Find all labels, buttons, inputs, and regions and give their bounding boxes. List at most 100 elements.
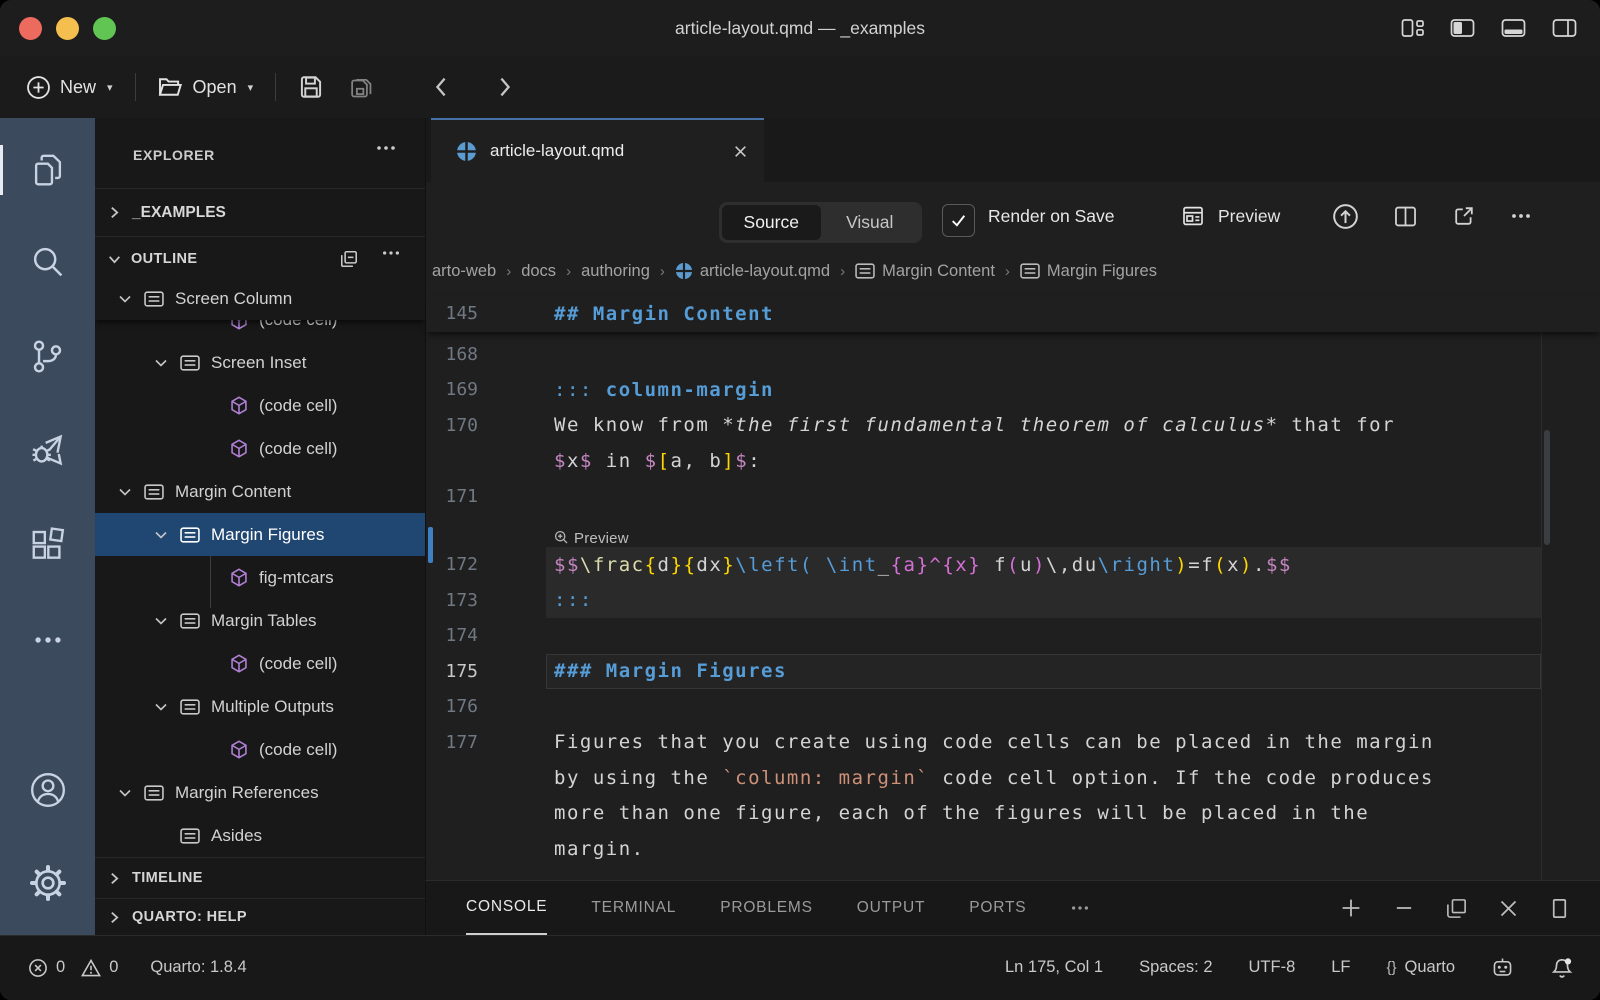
toggle-primary-sidebar-icon[interactable]	[1449, 17, 1476, 39]
account-icon[interactable]	[0, 770, 95, 810]
outline-section-header[interactable]: OUTLINE	[95, 237, 425, 281]
breadcrumb-item[interactable]: Margin Figures	[1020, 262, 1157, 281]
settings-gear-icon[interactable]	[0, 863, 95, 903]
feedback-icon[interactable]	[1491, 956, 1514, 979]
code-line-content[interactable]: ### Margin Figures	[546, 654, 1541, 690]
close-tab-icon[interactable]	[733, 144, 748, 159]
explorer-more-actions-icon[interactable]	[375, 144, 397, 152]
outline-tree-item[interactable]: (code cell)	[95, 320, 425, 341]
chevron-down-icon[interactable]	[153, 527, 180, 543]
chevron-down-icon[interactable]	[117, 291, 144, 307]
panel-tab-ports[interactable]: PORTS	[969, 881, 1026, 935]
outline-tree-item[interactable]: Margin Content	[95, 470, 425, 513]
cursor-position-status[interactable]: Ln 175, Col 1	[1005, 958, 1103, 977]
code-token: =f	[1188, 554, 1214, 576]
outline-tree-item[interactable]: Screen Column	[95, 277, 425, 320]
panel-tab-output[interactable]: OUTPUT	[857, 881, 926, 935]
panel-tab-console[interactable]: CONSOLE	[466, 881, 547, 935]
breadcrumb-item[interactable]: Margin Content	[855, 262, 995, 281]
outline-tree-item[interactable]: fig-mtcars	[95, 556, 425, 599]
preview-lens-label[interactable]: Preview	[554, 530, 629, 547]
chevron-down-icon[interactable]	[117, 785, 144, 801]
code-line-content[interactable]	[546, 618, 1541, 654]
toggle-secondary-sidebar-icon[interactable]	[1551, 17, 1578, 39]
toggle-panel-icon[interactable]	[1500, 17, 1527, 39]
panel-tab-terminal[interactable]: TERMINAL	[591, 881, 676, 935]
outline-tree-item[interactable]: Margin Tables	[95, 599, 425, 642]
code-line-content[interactable]: ## Margin Content	[546, 296, 1541, 332]
code-line-content[interactable]: more than one figure, each of the figure…	[546, 796, 1541, 832]
indentation-status[interactable]: Spaces: 2	[1139, 958, 1212, 977]
timeline-section-header[interactable]: TIMELINE	[95, 857, 425, 898]
code-line-content[interactable]: by using the `column: margin` code cell …	[546, 760, 1541, 796]
save-button[interactable]	[298, 74, 324, 100]
breadcrumb-item[interactable]: docs	[521, 262, 556, 281]
more-views-icon[interactable]	[0, 623, 95, 657]
source-mode-button[interactable]: Source	[722, 205, 821, 240]
quarto-version-status[interactable]: Quarto: 1.8.4	[150, 958, 246, 977]
split-editor-icon[interactable]	[1393, 182, 1418, 250]
outline-tree-item[interactable]: Multiple Outputs	[95, 685, 425, 728]
editor-tab[interactable]: article-layout.qmd	[431, 118, 764, 182]
code-line-content[interactable]	[546, 337, 1541, 373]
outline-tree-item[interactable]: Asides	[95, 814, 425, 857]
notifications-bell-icon[interactable]	[1550, 956, 1574, 980]
outline-tree-item[interactable]: (code cell)	[95, 384, 425, 427]
outline-tree-item[interactable]: Margin References	[95, 771, 425, 814]
chevron-down-icon[interactable]	[153, 613, 180, 629]
new-file-button[interactable]: New ▾	[26, 75, 113, 100]
code-line-content[interactable]: $$\frac{d}{dx}\left( \int_{a}^{x} f(u)\,…	[546, 547, 1541, 583]
close-panel-icon[interactable]	[1498, 898, 1519, 919]
outline-tree-item[interactable]: Margin Figures	[95, 513, 425, 556]
preview-button[interactable]: Preview	[1181, 182, 1280, 250]
open-in-new-window-icon[interactable]	[1452, 182, 1476, 250]
outline-more-actions-icon[interactable]	[381, 249, 401, 269]
outline-tree-item[interactable]: Screen Inset	[95, 341, 425, 384]
navigate-forward-button[interactable]	[494, 75, 516, 99]
render-on-save-checkbox[interactable]	[942, 204, 975, 237]
code-line-content[interactable]: $x$ in $[a, b]$:	[546, 443, 1541, 479]
code-line-content[interactable]: We know from *the first fundamental theo…	[546, 408, 1541, 444]
extensions-view-icon[interactable]	[0, 526, 95, 564]
code-line-content[interactable]	[546, 479, 1541, 515]
problems-status[interactable]: 0 0	[28, 958, 118, 978]
panel-more-tabs-icon[interactable]	[1070, 881, 1090, 935]
encoding-status[interactable]: UTF-8	[1249, 958, 1296, 977]
workspace-section-row[interactable]: _EXAMPLES	[95, 188, 425, 237]
new-console-icon[interactable]	[1339, 896, 1363, 920]
explorer-view-icon[interactable]	[0, 151, 95, 189]
save-all-button[interactable]	[348, 74, 374, 100]
code-line-content[interactable]: ::: column-margin	[546, 372, 1541, 408]
breadcrumb-item[interactable]: arto-web	[432, 262, 496, 281]
outline-tree-item[interactable]: (code cell)	[95, 642, 425, 685]
breadcrumb-item[interactable]: authoring	[581, 262, 650, 281]
language-mode-status[interactable]: {} Quarto	[1387, 958, 1455, 977]
navigate-back-button[interactable]	[430, 75, 452, 99]
scrollbar-thumb[interactable]	[1544, 430, 1550, 545]
panel-tab-problems[interactable]: PROBLEMS	[720, 881, 813, 935]
quarto-help-section-header[interactable]: QUARTO: HELP	[95, 898, 425, 935]
outline-tree-item[interactable]: (code cell)	[95, 427, 425, 470]
code-line-content[interactable]: :::	[546, 583, 1541, 619]
minimize-panel-icon[interactable]	[1393, 897, 1415, 919]
chevron-down-icon[interactable]	[153, 355, 180, 371]
outline-tree-item[interactable]: (code cell)	[95, 728, 425, 771]
source-control-view-icon[interactable]	[0, 338, 95, 375]
code-line-content[interactable]: margin.	[546, 831, 1541, 867]
render-publish-icon[interactable]	[1331, 182, 1360, 250]
restore-panel-icon[interactable]	[1445, 897, 1468, 920]
search-view-icon[interactable]	[0, 243, 95, 280]
customize-layout-icon[interactable]	[1400, 17, 1425, 39]
maximize-panel-icon[interactable]	[1549, 897, 1570, 920]
chevron-down-icon[interactable]	[153, 699, 180, 715]
code-line-content[interactable]: Figures that you create using code cells…	[546, 725, 1541, 761]
code-line-content[interactable]	[546, 689, 1541, 725]
collapse-all-icon[interactable]	[339, 249, 359, 269]
visual-mode-button[interactable]: Visual	[821, 212, 920, 233]
eol-status[interactable]: LF	[1331, 958, 1350, 977]
editor-more-actions-icon[interactable]	[1510, 182, 1532, 250]
run-debug-view-icon[interactable]	[0, 431, 95, 469]
chevron-down-icon[interactable]	[117, 484, 144, 500]
open-button[interactable]: Open ▾	[158, 76, 254, 98]
breadcrumb-item[interactable]: article-layout.qmd	[675, 262, 830, 281]
